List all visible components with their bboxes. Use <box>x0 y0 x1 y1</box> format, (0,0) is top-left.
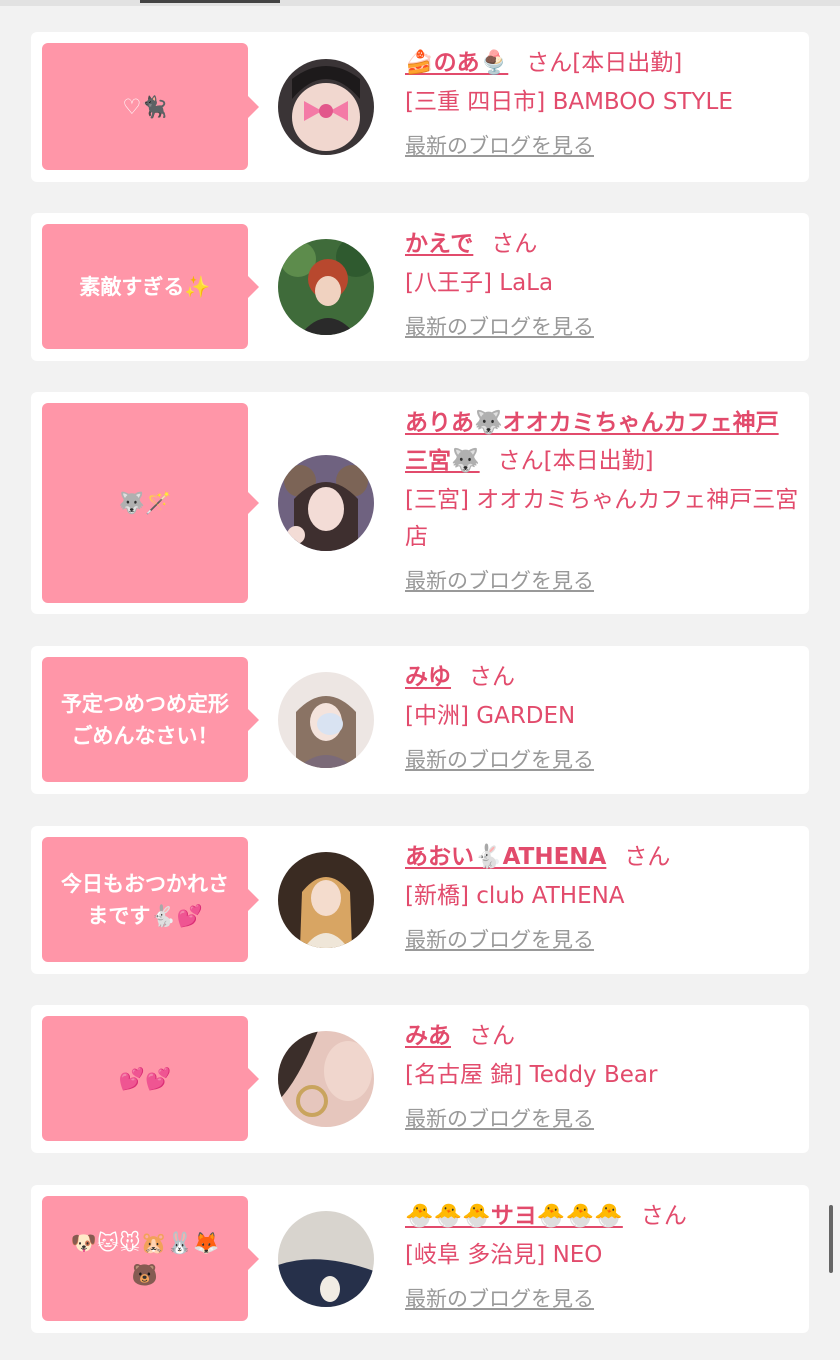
shop-name: [八王子] LaLa <box>405 270 554 296</box>
message-bubble: ♡🐈‍⬛ <box>42 43 259 170</box>
latest-blog-link[interactable]: 最新のブログを見る <box>405 131 594 161</box>
active-tab-indicator <box>140 0 280 3</box>
message-bubble: 予定つめつめ定形 ごめんなさい！ <box>42 657 259 782</box>
avatar[interactable] <box>278 239 374 335</box>
latest-blog-link[interactable]: 最新のブログを見る <box>405 925 594 955</box>
shop-name: [三重 四日市] BAMBOO STYLE <box>405 89 733 115</box>
honorific: さん <box>624 844 671 870</box>
girl-name-link[interactable]: あおい🐇ATHENA <box>405 844 606 870</box>
latest-blog-link[interactable]: 最新のブログを見る <box>405 1104 594 1134</box>
message-bubble: 今日もおつかれさ まです🐇💕 <box>42 837 259 962</box>
message-bubble: 💕💕 <box>42 1016 259 1141</box>
message-bubble: 🐺🪄 <box>42 403 259 603</box>
list-item: 💕💕 みあ さん [名古屋 錦] Teddy Bear 最新のブログを見る <box>31 1005 809 1153</box>
list-item: 素敵すぎる✨ かえで さん [八王子] LaLa 最新のブログを見る <box>31 213 809 361</box>
girl-name-link[interactable]: 🍰のあ🍨 <box>405 50 508 76</box>
list-item: 🐶🐱🐭🐹🐰🦊 🐻 🐣🐣🐣サヨ🐣🐣🐣 さん [岐阜 多治見] NEO 最新のブログを… <box>31 1185 809 1333</box>
list-item: 今日もおつかれさ まです🐇💕 あおい🐇ATHENA さん [新橋] club AT… <box>31 826 809 974</box>
message-bubble: 素敵すぎる✨ <box>42 224 259 349</box>
shop-name: [中洲] GARDEN <box>405 703 576 729</box>
girl-name-link[interactable]: みあ <box>405 1023 451 1049</box>
top-bar <box>0 0 840 6</box>
avatar[interactable] <box>278 1211 374 1307</box>
avatar[interactable] <box>278 59 374 155</box>
honorific: さん <box>497 448 544 474</box>
shop-name: [岐阜 多治見] NEO <box>405 1242 603 1268</box>
girl-name-link[interactable]: かえで <box>405 231 473 257</box>
status-badge: [本日出勤] <box>572 50 683 76</box>
girl-name-link[interactable]: 🐣🐣🐣サヨ🐣🐣🐣 <box>405 1203 623 1229</box>
avatar[interactable] <box>278 455 374 551</box>
shop-name: [新橋] club ATHENA <box>405 883 625 909</box>
scrollbar[interactable] <box>829 1205 833 1273</box>
shop-name: [名古屋 錦] Teddy Bear <box>405 1062 658 1088</box>
honorific: さん <box>491 231 538 257</box>
latest-blog-link[interactable]: 最新のブログを見る <box>405 745 594 775</box>
latest-blog-link[interactable]: 最新のブログを見る <box>405 1284 594 1314</box>
list-item: ♡🐈‍⬛ 🍰のあ🍨 さん[本日出勤] [三重 四日市] BAMBOO STYLE … <box>31 32 809 182</box>
girl-name-link[interactable]: みゆ <box>405 664 451 690</box>
latest-blog-link[interactable]: 最新のブログを見る <box>405 566 594 596</box>
message-bubble: 🐶🐱🐭🐹🐰🦊 🐻 <box>42 1196 259 1321</box>
honorific: さん <box>469 1023 515 1049</box>
avatar[interactable] <box>278 672 374 768</box>
status-badge: [本日出勤] <box>543 448 654 474</box>
avatar[interactable] <box>278 1031 374 1127</box>
list-item: 🐺🪄 ありあ🐺オオカミちゃんカフェ神戸三宮🐺 さん[本日出勤] [三宮] オオカミ… <box>31 392 809 614</box>
latest-blog-link[interactable]: 最新のブログを見る <box>405 312 594 342</box>
shop-name: [三宮] オオカミちゃんカフェ神戸三宮店 <box>405 487 799 550</box>
honorific: さん <box>640 1203 687 1229</box>
honorific: さん <box>469 664 515 690</box>
honorific: さん <box>526 50 573 76</box>
list-item: 予定つめつめ定形 ごめんなさい！ みゆ さん [中洲] GARDEN 最新のブログ… <box>31 646 809 794</box>
avatar[interactable] <box>278 852 374 948</box>
